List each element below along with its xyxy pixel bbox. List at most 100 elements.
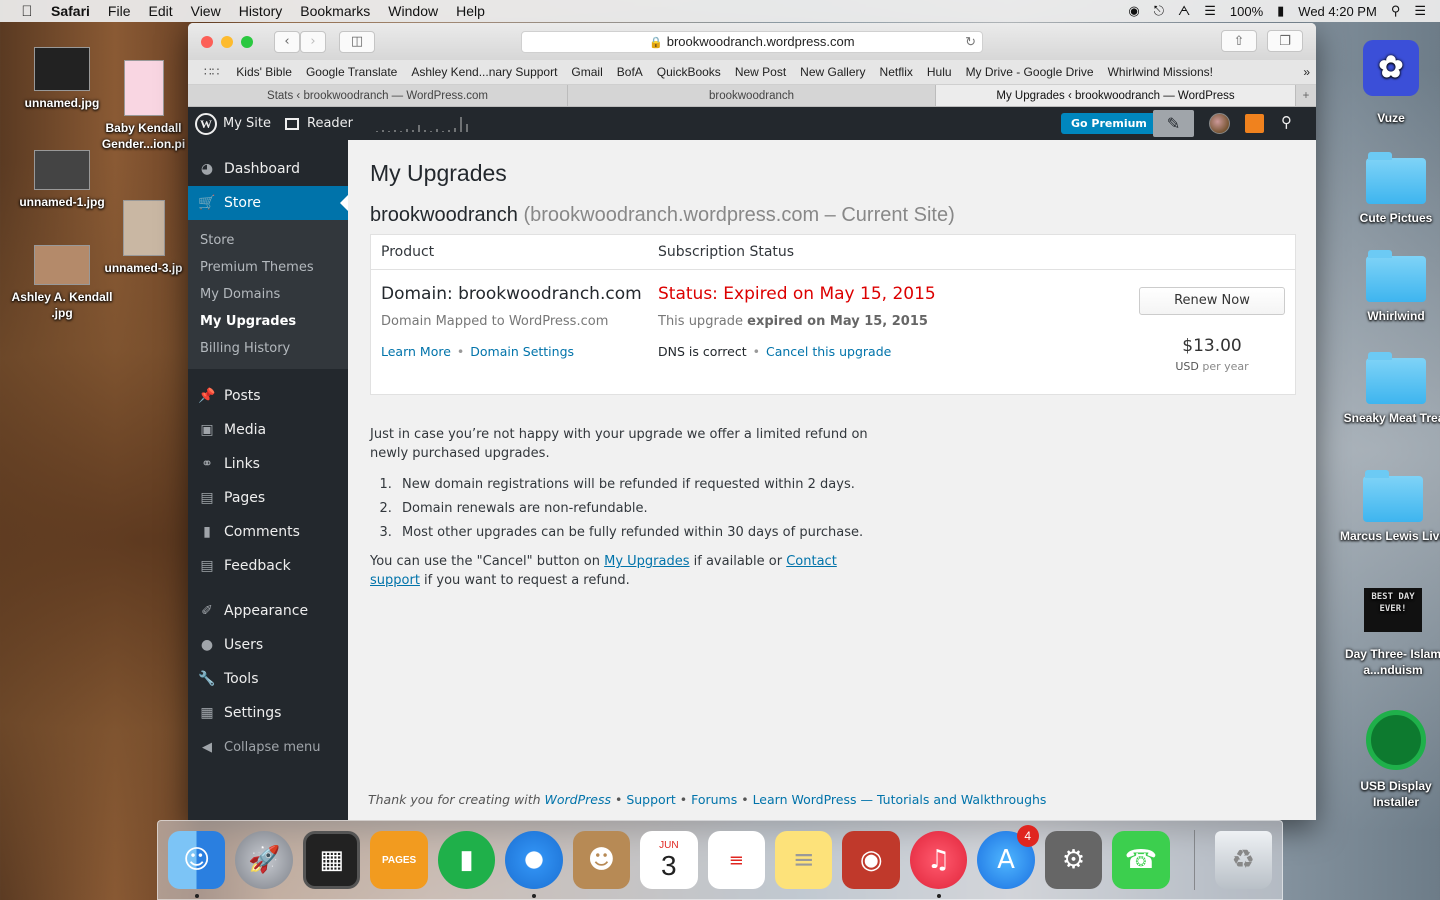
apple-menu-icon[interactable]:  <box>12 3 42 20</box>
app-menu[interactable]: Safari <box>42 3 99 19</box>
usb-display-dock-icon[interactable]: ▮ <box>437 831 496 889</box>
bookmarks-overflow-icon[interactable]: » <box>1303 65 1310 79</box>
learn-wordpress-link[interactable]: Learn WordPress — Tutorials and Walkthro… <box>753 792 1047 807</box>
notes-icon[interactable]: ≡ <box>775 831 833 889</box>
search-icon[interactable]: ⚲ <box>1281 113 1292 131</box>
sidebar-item-settings[interactable]: ▦ Settings <box>188 696 348 730</box>
app-store-icon[interactable]: A4 <box>977 825 1039 889</box>
menu-edit[interactable]: Edit <box>139 3 181 19</box>
menu-bookmarks[interactable]: Bookmarks <box>291 3 379 19</box>
close-button[interactable] <box>201 35 213 48</box>
notification-center-icon[interactable]: ☰ <box>1414 3 1426 19</box>
calendar-icon[interactable]: JUN 3 <box>640 831 698 889</box>
sidebar-item-appearance[interactable]: ✐ Appearance <box>188 594 348 628</box>
bookmark-item[interactable]: Google Translate <box>299 65 404 79</box>
sidebar-item-posts[interactable]: 📌 Posts <box>188 379 348 413</box>
notifications-icon[interactable] <box>1245 114 1264 133</box>
submenu-premium-themes[interactable]: Premium Themes <box>188 254 348 281</box>
trash-icon[interactable]: ♻ <box>1214 831 1273 889</box>
facetime-icon[interactable]: ☎ <box>1112 831 1170 889</box>
collapse-menu-button[interactable]: ◀ Collapse menu <box>188 730 348 764</box>
sidebar-toggle-button[interactable]: ◫ <box>339 30 375 53</box>
tab-my-upgrades[interactable]: My Upgrades ‹ brookwoodranch — WordPress <box>936 85 1296 106</box>
forward-button[interactable]: › <box>300 30 326 53</box>
bluetooth-icon[interactable]: ᗅ <box>1178 3 1190 19</box>
sidebar-item-pages[interactable]: ▤ Pages <box>188 481 348 515</box>
renew-now-button[interactable]: Renew Now <box>1139 287 1285 315</box>
photo-slideshow-icon[interactable]: ▦ <box>302 831 361 889</box>
menu-history[interactable]: History <box>230 3 292 19</box>
wordpress-link[interactable]: WordPress <box>545 792 611 807</box>
desktop-file-baby[interactable]: Baby Kendall Gender...ion.pi <box>96 60 191 152</box>
sidebar-item-feedback[interactable]: ▤ Feedback <box>188 549 348 583</box>
bookmark-item[interactable]: New Post <box>728 65 793 79</box>
clock[interactable]: Wed 4:20 PM <box>1298 4 1377 19</box>
sidebar-item-comments[interactable]: ▮ Comments <box>188 515 348 549</box>
desktop-file-ashley[interactable]: Ashley A. Kendall .jpg <box>7 245 117 321</box>
zoom-button[interactable] <box>241 35 253 48</box>
sidebar-item-users[interactable]: ● Users <box>188 628 348 662</box>
sidebar-item-store[interactable]: 🛒 Store <box>188 186 348 220</box>
desktop-folder-cute[interactable]: Cute Pictues <box>1341 152 1440 226</box>
menu-help[interactable]: Help <box>447 3 494 19</box>
launchpad-icon[interactable]: 🚀 <box>235 831 293 889</box>
back-button[interactable]: ‹ <box>274 30 300 53</box>
system-preferences-icon[interactable]: ⚙ <box>1044 831 1103 889</box>
bookmark-item[interactable]: My Drive - Google Drive <box>959 65 1101 79</box>
battery-icon[interactable]: ▮ <box>1277 3 1284 19</box>
address-bar[interactable]: 🔒 brookwoodranch.wordpress.com ↻ <box>521 31 983 53</box>
reader-link[interactable]: Reader <box>307 116 353 131</box>
sidebar-item-tools[interactable]: 🔧 Tools <box>188 662 348 696</box>
desktop-folder-marcus[interactable]: Marcus Lewis Live <box>1338 470 1440 544</box>
safari-icon[interactable] <box>505 831 563 898</box>
menu-file[interactable]: File <box>99 3 140 19</box>
domain-settings-link[interactable]: Domain Settings <box>470 344 574 359</box>
submenu-store[interactable]: Store <box>188 227 348 254</box>
bookmark-item[interactable]: Gmail <box>564 65 609 79</box>
desktop-app-usb-display[interactable]: USB Display Installer <box>1341 710 1440 810</box>
bookmark-item[interactable]: Ashley Kend...nary Support <box>404 65 564 79</box>
learn-more-link[interactable]: Learn More <box>381 344 451 359</box>
wifi-icon[interactable]: ☰ <box>1204 3 1216 19</box>
reminders-icon[interactable]: ≡ <box>707 831 765 889</box>
bookmark-item[interactable]: Netflix <box>873 65 920 79</box>
bookmark-item[interactable]: BofA <box>610 65 650 79</box>
battery-percent[interactable]: 100% <box>1230 4 1263 19</box>
pages-app-icon[interactable]: PAGES <box>370 831 428 889</box>
reload-icon[interactable]: ↻ <box>965 32 976 52</box>
contacts-icon[interactable]: ☻ <box>572 831 631 889</box>
desktop-app-vuze[interactable]: ✿ Vuze <box>1336 40 1440 126</box>
bookmark-item[interactable]: QuickBooks <box>650 65 728 79</box>
desktop-folder-sneaky[interactable]: Sneaky Meat Treat <box>1341 352 1440 426</box>
support-link[interactable]: Support <box>626 792 675 807</box>
wordpress-logo-icon[interactable]: W <box>195 112 217 135</box>
desktop-file-day-three[interactable]: BEST DAY EVER! Day Three- Islam a...ndui… <box>1338 588 1440 678</box>
avatar[interactable] <box>1209 113 1230 134</box>
new-post-icon[interactable]: ✎ <box>1153 110 1194 137</box>
menu-view[interactable]: View <box>182 3 230 19</box>
finder-icon[interactable]: ☺ <box>168 831 226 898</box>
sidebar-item-dashboard[interactable]: ◕ Dashboard <box>188 152 348 186</box>
sidebar-item-media[interactable]: ▣ Media <box>188 413 348 447</box>
tab-brookwoodranch[interactable]: brookwoodranch <box>568 85 936 106</box>
submenu-my-domains[interactable]: My Domains <box>188 281 348 308</box>
headphones-icon[interactable]: ⎋ <box>1154 3 1164 19</box>
menu-window[interactable]: Window <box>379 3 447 19</box>
desktop-folder-whirlwind[interactable]: Whirlwind <box>1341 250 1440 324</box>
minimize-button[interactable] <box>221 35 233 48</box>
tab-stats[interactable]: Stats ‹ brookwoodranch — WordPress.com <box>188 85 568 106</box>
my-site-link[interactable]: My Site <box>223 116 271 131</box>
bookmark-item[interactable]: Whirlwind Missions! <box>1101 65 1220 79</box>
bookmark-item[interactable]: Hulu <box>920 65 959 79</box>
tabs-overview-button[interactable]: ❐ <box>1267 30 1303 52</box>
forums-link[interactable]: Forums <box>691 792 737 807</box>
top-sites-icon[interactable]: ∷∷ <box>204 65 219 79</box>
bookmark-item[interactable]: Kids' Bible <box>229 65 299 79</box>
cancel-upgrade-link[interactable]: Cancel this upgrade <box>766 344 891 359</box>
my-upgrades-link[interactable]: My Upgrades <box>604 554 689 569</box>
new-tab-icon[interactable]: + <box>1296 85 1316 106</box>
itunes-icon[interactable]: ♫ <box>909 831 968 898</box>
photo-booth-icon[interactable]: ◉ <box>842 831 900 889</box>
submenu-my-upgrades[interactable]: My Upgrades <box>188 308 348 335</box>
vuze-status-icon[interactable]: ◉ <box>1128 3 1139 19</box>
